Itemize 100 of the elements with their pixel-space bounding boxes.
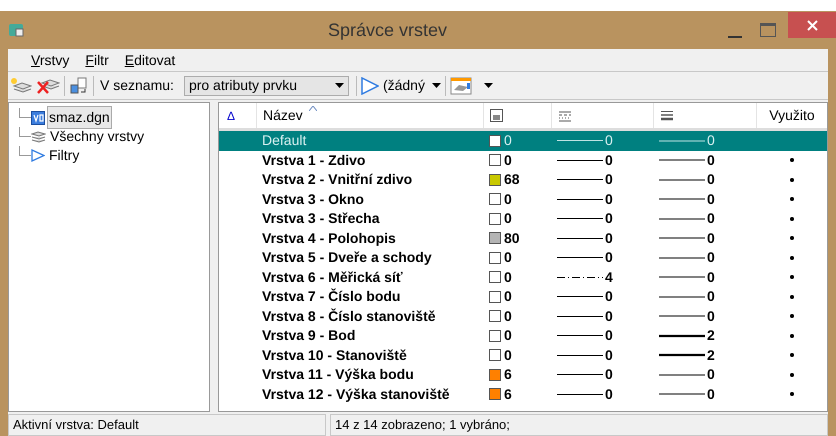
layer-name: Vrstva 1 - Zdivo <box>262 152 366 168</box>
column-header[interactable]: Využito <box>769 105 815 126</box>
display-settings-icon[interactable] <box>450 76 472 94</box>
list-label: V seznamu: <box>100 76 174 95</box>
line-weight-number: 0 <box>707 268 715 287</box>
menu-item[interactable]: Vrstvy <box>31 50 70 70</box>
document-icon[interactable] <box>69 76 89 94</box>
line-weight-sample <box>659 256 705 260</box>
filter-icon[interactable] <box>360 76 379 94</box>
dropdown-caret-icon[interactable] <box>334 83 344 88</box>
line-style-number: 0 <box>605 228 613 248</box>
line-style-number: 0 <box>605 306 613 326</box>
status-active-layer: Aktivní vrstva: Default <box>8 414 326 436</box>
filter-dropdown-value[interactable]: (žádný <box>382 75 428 96</box>
line-weight-number: 2 <box>707 346 715 365</box>
color-number: 0 <box>504 287 512 306</box>
new-layer-icon[interactable] <box>10 76 32 94</box>
layer-row[interactable]: Vrstva 12 - Výška stanoviště 6 0 0 <box>219 384 827 404</box>
color-number: 0 <box>504 268 512 287</box>
color-number: 0 <box>504 248 512 268</box>
color-number: 68 <box>504 170 520 190</box>
line-weight-sample <box>659 178 705 182</box>
layer-row[interactable]: Vrstva 6 - Měřická síť 0 4 0 <box>219 268 827 287</box>
line-style-number: 0 <box>605 365 613 384</box>
dropdown-caret-icon[interactable] <box>484 83 493 88</box>
layer-row[interactable]: Vrstva 3 - Střecha 0 0 0 <box>219 209 827 228</box>
line-style-number: 0 <box>605 326 613 346</box>
maximize-icon[interactable] <box>760 22 776 36</box>
line-weight-sample <box>659 372 705 377</box>
menu-item[interactable]: Filtr <box>85 50 109 70</box>
line-style-number: 0 <box>605 209 613 228</box>
line-weight-sample <box>659 353 705 358</box>
file-icon <box>31 110 45 124</box>
line-weight-number: 0 <box>707 209 715 228</box>
layer-name: Vrstva 4 - Polohopis <box>262 230 396 246</box>
line-weight-number: 0 <box>707 228 715 248</box>
layer-row[interactable]: Default 0 0 0 <box>219 131 827 150</box>
layer-row[interactable]: Vrstva 5 - Dveře a schody 0 0 0 <box>219 248 827 268</box>
line-style-number: 0 <box>605 384 613 404</box>
tree-item[interactable]: smaz.dgn <box>47 106 112 129</box>
line-weight-sample <box>659 216 705 221</box>
line-weight-column-icon <box>660 110 674 122</box>
line-weight-sample <box>659 314 705 318</box>
layer-name: Vrstva 8 - Číslo stanoviště <box>262 308 436 324</box>
color-number: 0 <box>504 209 512 228</box>
layer-name: Vrstva 9 - Bod <box>262 327 356 344</box>
line-style-number: 0 <box>605 131 613 150</box>
layer-name: Vrstva 7 - Číslo bodu <box>262 288 400 304</box>
delete-layer-icon[interactable] <box>36 76 60 94</box>
line-weight-number: 0 <box>707 365 715 384</box>
color-number: 0 <box>504 131 512 150</box>
line-weight-number: 0 <box>707 150 715 170</box>
line-weight-number: 0 <box>707 248 715 268</box>
menu-item[interactable]: Editovat <box>124 50 176 70</box>
line-style-number: 0 <box>605 248 613 268</box>
line-weight-number: 0 <box>707 170 715 190</box>
dropdown-caret-icon[interactable] <box>432 83 441 88</box>
window-title: Správce vrstev <box>328 18 448 42</box>
layer-row[interactable]: Vrstva 11 - Výška bodu 6 0 0 <box>219 365 827 384</box>
line-weight-sample <box>659 138 705 143</box>
layer-name: Vrstva 10 - Stanoviště <box>262 346 407 363</box>
layer-row[interactable]: Vrstva 10 - Stanoviště 0 0 2 <box>219 346 827 365</box>
color-number: 0 <box>504 306 512 326</box>
app-icon <box>8 23 24 37</box>
color-number: 0 <box>504 190 512 209</box>
color-number: 0 <box>504 326 512 346</box>
layer-name: Vrstva 2 - Vnitřní zdivo <box>262 171 412 188</box>
layer-row[interactable]: Vrstva 3 - Okno 0 0 0 <box>219 190 827 209</box>
layer-row[interactable]: Vrstva 9 - Bod 0 0 2 <box>219 326 827 346</box>
color-number: 80 <box>504 228 520 248</box>
list-dropdown[interactable]: pro atributy prvku <box>184 76 349 96</box>
color-number: 6 <box>504 384 512 404</box>
layer-name: Vrstva 3 - Okno <box>262 190 364 207</box>
line-weight-sample <box>659 392 705 396</box>
status-count: 14 z 14 zobrazeno; 1 vybráno; <box>330 414 828 436</box>
layer-row[interactable]: Vrstva 2 - Vnitřní zdivo 68 0 0 <box>219 170 827 190</box>
layer-name: Vrstva 12 - Výška stanoviště <box>262 386 450 402</box>
line-weight-number: 0 <box>707 306 715 326</box>
layer-row[interactable]: Vrstva 8 - Číslo stanoviště 0 0 0 <box>219 306 827 326</box>
line-style-number: 0 <box>605 287 613 306</box>
line-weight-sample <box>659 158 705 162</box>
layer-row[interactable]: Vrstva 7 - Číslo bodu 0 0 0 <box>219 287 827 306</box>
color-number: 6 <box>504 365 512 384</box>
line-weight-sample <box>659 294 705 299</box>
layer-row[interactable]: Vrstva 1 - Zdivo 0 0 0 <box>219 150 827 170</box>
column-header[interactable]: Název <box>263 105 303 126</box>
line-weight-number: 0 <box>707 384 715 404</box>
line-style-number: 0 <box>605 346 613 365</box>
layer-row[interactable]: Vrstva 4 - Polohopis 80 0 0 <box>219 228 827 248</box>
sort-mark[interactable]: Δ <box>219 106 256 124</box>
layer-name: Vrstva 11 - Výška bodu <box>262 366 414 382</box>
line-weight-sample <box>659 275 705 280</box>
line-style-number: 0 <box>605 150 613 170</box>
line-weight-number: 0 <box>707 287 715 306</box>
line-style-number: 0 <box>605 170 613 190</box>
line-weight-sample <box>659 236 705 240</box>
layers-icon <box>31 130 46 142</box>
close-button[interactable] <box>788 12 836 38</box>
layer-name: Default <box>262 132 306 148</box>
color-number: 0 <box>504 346 512 365</box>
